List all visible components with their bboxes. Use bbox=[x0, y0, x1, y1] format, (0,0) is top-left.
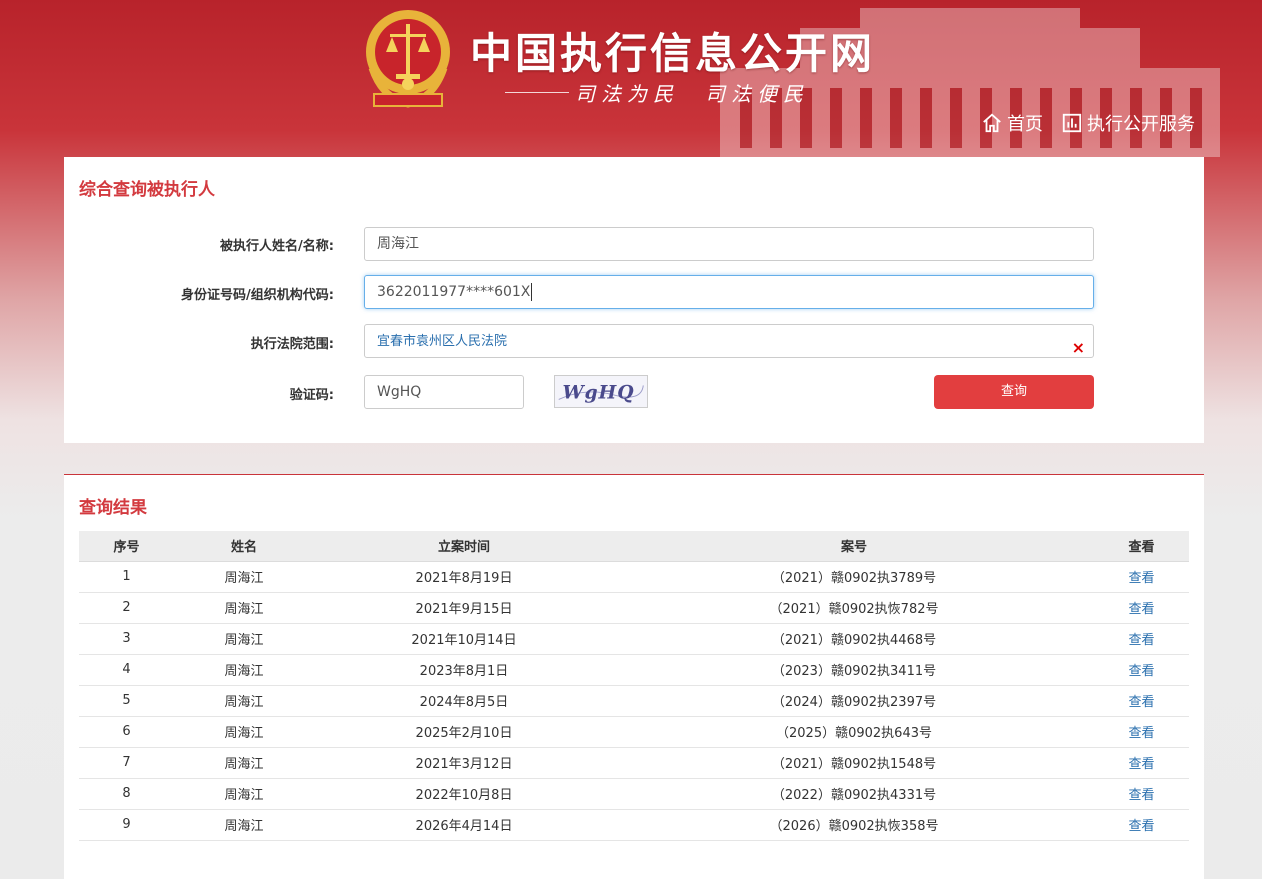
court-emblem-icon bbox=[366, 10, 450, 108]
row-view-link[interactable]: 查看 bbox=[1094, 561, 1189, 593]
row-case-number: （2022）赣0902执4331号 bbox=[614, 778, 1094, 810]
search-panel-title: 综合查询被执行人 bbox=[79, 180, 215, 200]
row-view-link[interactable]: 查看 bbox=[1094, 716, 1189, 748]
table-row: 3 周海江 2021年10月14日 （2021）赣0902执4468号 查看 bbox=[79, 623, 1189, 655]
column-header-date: 立案时间 bbox=[314, 531, 614, 562]
row-number: 8 bbox=[79, 778, 174, 810]
chart-icon bbox=[1062, 113, 1082, 133]
row-filing-date: 2021年10月14日 bbox=[314, 623, 614, 655]
row-case-number: （2023）赣0902执3411号 bbox=[614, 654, 1094, 686]
captcha-label: 验证码: bbox=[289, 388, 334, 403]
name-input[interactable]: 周海江 bbox=[364, 227, 1094, 261]
row-view-link[interactable]: 查看 bbox=[1094, 623, 1189, 655]
nav-execution-service[interactable]: 执行公开服务 bbox=[1061, 110, 1195, 136]
row-view-link[interactable]: 查看 bbox=[1094, 654, 1189, 686]
column-header-no: 序号 bbox=[79, 531, 174, 562]
row-name: 周海江 bbox=[174, 716, 314, 748]
table-row: 4 周海江 2023年8月1日 （2023）赣0902执3411号 查看 bbox=[79, 654, 1189, 686]
row-case-number: （2021）赣0902执1548号 bbox=[614, 747, 1094, 779]
row-number: 9 bbox=[79, 809, 174, 841]
table-row: 2 周海江 2021年9月15日 （2021）赣0902执恢782号 查看 bbox=[79, 592, 1189, 624]
row-number: 2 bbox=[79, 592, 174, 624]
row-filing-date: 2023年8月1日 bbox=[314, 654, 614, 686]
id-number-value: 3622011977****601X bbox=[377, 284, 531, 300]
row-name: 周海江 bbox=[174, 561, 314, 593]
search-panel: 综合查询被执行人 被执行人姓名/名称: 周海江 身份证号码/组织机构代码: 36… bbox=[64, 157, 1204, 443]
name-input-value: 周海江 bbox=[377, 236, 419, 252]
row-filing-date: 2021年9月15日 bbox=[314, 592, 614, 624]
nav-home[interactable]: 首页 bbox=[981, 110, 1043, 136]
row-name: 周海江 bbox=[174, 747, 314, 779]
row-filing-date: 2024年8月5日 bbox=[314, 685, 614, 717]
nav-execution-service-label: 执行公开服务 bbox=[1087, 114, 1195, 135]
slogan-divider bbox=[505, 92, 569, 93]
row-filing-date: 2022年10月8日 bbox=[314, 778, 614, 810]
table-row: 5 周海江 2024年8月5日 （2024）赣0902执2397号 查看 bbox=[79, 685, 1189, 717]
row-number: 4 bbox=[79, 654, 174, 686]
captcha-input[interactable]: WgHQ bbox=[364, 375, 524, 409]
row-name: 周海江 bbox=[174, 778, 314, 810]
row-view-link[interactable]: 查看 bbox=[1094, 592, 1189, 624]
table-row: 9 周海江 2026年4月14日 （2026）赣0902执恢358号 查看 bbox=[79, 809, 1189, 841]
row-view-link[interactable]: 查看 bbox=[1094, 809, 1189, 841]
court-label: 执行法院范围: bbox=[250, 337, 334, 352]
id-number-input[interactable]: 3622011977****601X bbox=[364, 275, 1094, 309]
clear-icon[interactable]: × bbox=[1072, 332, 1085, 364]
row-filing-date: 2025年2月10日 bbox=[314, 716, 614, 748]
row-case-number: （2021）赣0902执恢782号 bbox=[614, 592, 1094, 624]
row-filing-date: 2021年3月12日 bbox=[314, 747, 614, 779]
row-case-number: （2024）赣0902执2397号 bbox=[614, 685, 1094, 717]
table-header-row: 序号 姓名 立案时间 案号 查看 bbox=[79, 531, 1189, 562]
captcha-image-text: WgHQ bbox=[562, 382, 634, 404]
row-case-number: （2021）赣0902执3789号 bbox=[614, 561, 1094, 593]
row-view-link[interactable]: 查看 bbox=[1094, 778, 1189, 810]
results-table: 序号 姓名 立案时间 案号 查看 1 周海江 2021年8月19日 （2021）赣09… bbox=[79, 531, 1189, 841]
row-view-link[interactable]: 查看 bbox=[1094, 685, 1189, 717]
table-row: 1 周海江 2021年8月19日 （2021）赣0902执3789号 查看 bbox=[79, 561, 1189, 593]
results-panel: 查询结果 序号 姓名 立案时间 案号 查看 1 周海江 2021年8月19日 （202… bbox=[64, 474, 1204, 879]
row-case-number: （2026）赣0902执恢358号 bbox=[614, 809, 1094, 841]
site-title: 中国执行信息公开网 bbox=[470, 29, 876, 78]
table-row: 8 周海江 2022年10月8日 （2022）赣0902执4331号 查看 bbox=[79, 778, 1189, 810]
row-filing-date: 2021年8月19日 bbox=[314, 561, 614, 593]
court-range-select[interactable]: 宜春市袁州区人民法院 × bbox=[364, 324, 1094, 358]
row-number: 3 bbox=[79, 623, 174, 655]
row-name: 周海江 bbox=[174, 654, 314, 686]
top-navigation: 首页 执行公开服务 bbox=[981, 110, 1195, 136]
row-case-number: （2021）赣0902执4468号 bbox=[614, 623, 1094, 655]
row-number: 7 bbox=[79, 747, 174, 779]
captcha-image[interactable]: WgHQ bbox=[554, 375, 648, 408]
row-name: 周海江 bbox=[174, 809, 314, 841]
court-selected-value: 宜春市袁州区人民法院 bbox=[377, 334, 508, 349]
column-header-view: 查看 bbox=[1094, 531, 1189, 562]
site-header: 中国执行信息公开网 司法为民 司法便民 首页 执行公开服务 bbox=[0, 0, 1262, 157]
table-row: 7 周海江 2021年3月12日 （2021）赣0902执1548号 查看 bbox=[79, 747, 1189, 779]
row-number: 1 bbox=[79, 561, 174, 593]
row-number: 6 bbox=[79, 716, 174, 748]
row-view-link[interactable]: 查看 bbox=[1094, 747, 1189, 779]
row-name: 周海江 bbox=[174, 623, 314, 655]
row-filing-date: 2026年4月14日 bbox=[314, 809, 614, 841]
nav-home-label: 首页 bbox=[1007, 114, 1043, 135]
name-label: 被执行人姓名/名称: bbox=[220, 239, 334, 254]
site-slogan: 司法为民 司法便民 bbox=[575, 82, 809, 106]
row-name: 周海江 bbox=[174, 592, 314, 624]
captcha-input-value: WgHQ bbox=[377, 384, 422, 400]
results-title: 查询结果 bbox=[79, 498, 147, 518]
id-label: 身份证号码/组织机构代码: bbox=[181, 288, 334, 303]
column-header-case: 案号 bbox=[614, 531, 1094, 562]
text-cursor bbox=[531, 283, 533, 301]
row-number: 5 bbox=[79, 685, 174, 717]
row-case-number: （2025）赣0902执643号 bbox=[614, 716, 1094, 748]
query-button[interactable]: 查询 bbox=[934, 375, 1094, 409]
row-name: 周海江 bbox=[174, 685, 314, 717]
home-icon bbox=[983, 113, 1001, 133]
column-header-name: 姓名 bbox=[174, 531, 314, 562]
table-row: 6 周海江 2025年2月10日 （2025）赣0902执643号 查看 bbox=[79, 716, 1189, 748]
